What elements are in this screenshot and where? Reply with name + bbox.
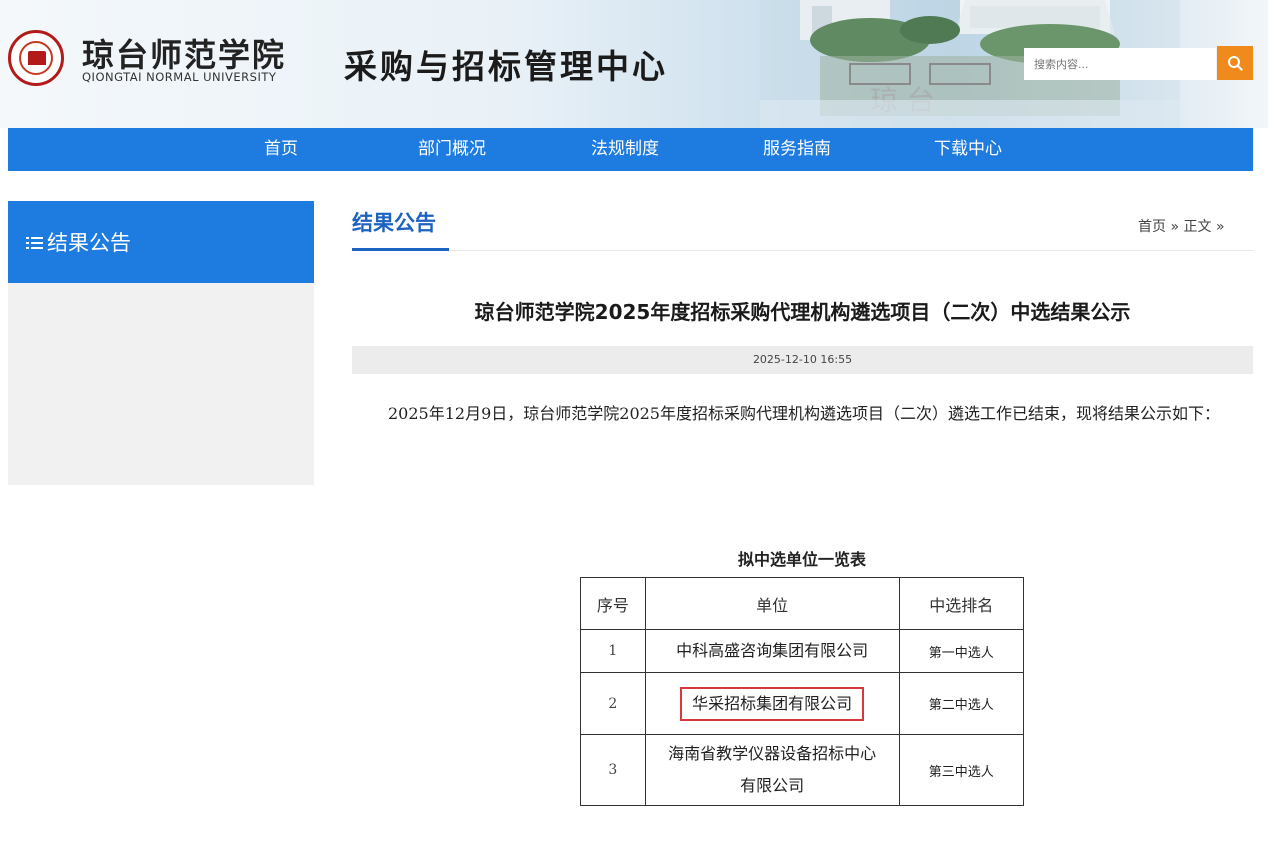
main-nav: 首页 部门概况 法规制度 服务指南 下载中心: [8, 128, 1253, 171]
table-row: 2 华采招标集团有限公司 第二中选人: [580, 672, 1025, 735]
row-unit-cell: 海南省教学仪器设备招标中心 有限公司: [644, 734, 900, 806]
breadcrumb-separator: »: [1170, 219, 1180, 235]
breadcrumb-separator: »: [1215, 219, 1225, 235]
row-rank: 第一中选人: [898, 629, 1025, 673]
nav-service-guide[interactable]: 服务指南: [763, 128, 831, 171]
row-number: 2: [580, 672, 646, 735]
university-emblem-icon[interactable]: [8, 30, 64, 86]
row-unit-line1: 海南省教学仪器设备招标中心: [668, 744, 877, 763]
breadcrumb-home[interactable]: 首页: [1138, 219, 1166, 235]
sidebar-body: [8, 283, 314, 485]
row-unit-cell: 华采招标集团有限公司: [644, 672, 900, 735]
table-header-row: 序号 单位 中选排名: [580, 577, 1025, 630]
nav-download-center[interactable]: 下载中心: [934, 128, 1002, 171]
site-header: 琼 台 琼台师范学院 QIONGTAI NORMAL UNIVERSITY 采购…: [0, 0, 1268, 128]
publish-date: 2025-12-10 16:55: [352, 346, 1253, 374]
logo-english-name[interactable]: QIONGTAI NORMAL UNIVERSITY: [82, 70, 276, 84]
highlighted-unit: 华采招标集团有限公司: [680, 686, 865, 721]
sidebar-header[interactable]: 结果公告: [8, 201, 314, 283]
section-title: 结果公告: [352, 211, 436, 235]
row-unit: 中科高盛咨询集团有限公司: [644, 629, 900, 673]
section-title-underline: [352, 248, 449, 251]
header-no: 序号: [580, 577, 646, 630]
sidebar-title: 结果公告: [47, 231, 131, 255]
table-caption: 拟中选单位一览表: [737, 550, 866, 569]
table-row: 3 海南省教学仪器设备招标中心 有限公司 第三中选人: [580, 734, 1025, 806]
nav-department-overview[interactable]: 部门概况: [418, 128, 486, 171]
list-icon: [26, 237, 43, 249]
header-unit: 单位: [644, 577, 900, 630]
header-rank: 中选排名: [898, 577, 1025, 630]
article-title: 琼台师范学院2025年度招标采购代理机构遴选项目（二次）中选结果公示: [474, 300, 1131, 324]
article-paragraph: 2025年12月9日，琼台师范学院2025年度招标采购代理机构遴选项目（二次）遴…: [388, 404, 1220, 423]
row-number: 3: [580, 734, 646, 806]
breadcrumb: 首页 » 正文 »: [1138, 216, 1225, 236]
search-input[interactable]: [1024, 48, 1216, 80]
sidebar-header-content: 结果公告: [26, 227, 131, 257]
row-number: 1: [580, 629, 646, 673]
nav-regulations[interactable]: 法规制度: [591, 128, 659, 171]
table-row: 1 中科高盛咨询集团有限公司 第一中选人: [580, 629, 1025, 673]
breadcrumb-current[interactable]: 正文: [1183, 219, 1211, 235]
row-unit-line2: 有限公司: [740, 776, 805, 795]
search-icon: [1228, 56, 1243, 71]
row-rank: 第三中选人: [898, 734, 1025, 806]
results-table: 序号 单位 中选排名 1 中科高盛咨询集团有限公司 第一中选人 2 华采招标集团…: [580, 577, 1025, 806]
nav-home[interactable]: 首页: [264, 128, 298, 171]
section-divider: [449, 250, 1253, 251]
site-title: 采购与招标管理中心: [344, 47, 668, 86]
search-button[interactable]: [1217, 46, 1253, 80]
row-rank: 第二中选人: [898, 672, 1025, 735]
